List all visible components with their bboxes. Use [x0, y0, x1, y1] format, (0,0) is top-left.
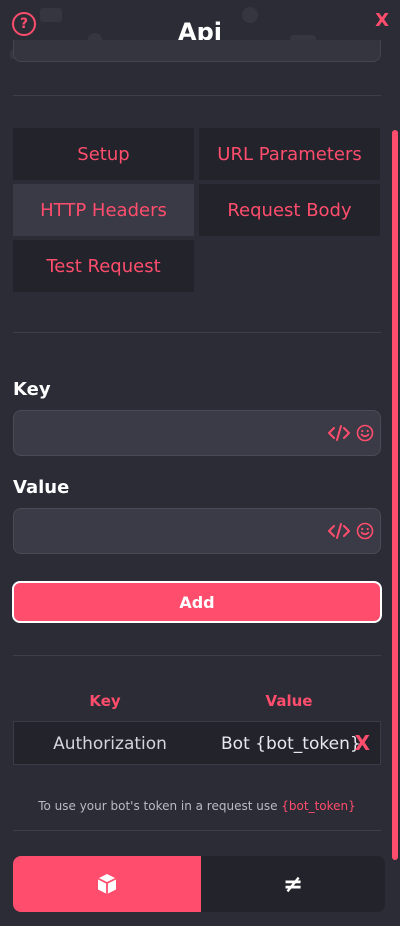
add-button[interactable]: Add [12, 581, 382, 623]
value-label: Value [13, 477, 70, 498]
not-equal-icon: ≠ [282, 870, 304, 898]
code-icon[interactable] [328, 423, 350, 443]
tab-request-body[interactable]: Request Body [199, 184, 380, 236]
column-header-key: Key [89, 692, 121, 710]
tab-test-request[interactable]: Test Request [13, 240, 194, 292]
bot-token-tip: To use your bot's token in a request use… [0, 799, 394, 813]
tip-text: To use your bot's token in a request use [38, 799, 282, 813]
close-button[interactable]: X [375, 10, 389, 31]
emoji-icon[interactable] [356, 424, 374, 442]
scrollbar-thumb[interactable] [392, 130, 398, 860]
header-key-cell: Authorization [53, 734, 167, 754]
divider [13, 830, 381, 831]
previous-field-bottom [13, 40, 381, 62]
cube-icon [97, 874, 117, 894]
code-icon[interactable] [328, 521, 350, 541]
tab-http-headers[interactable]: HTTP Headers [13, 184, 194, 236]
divider [13, 95, 381, 96]
bottom-nav: ≠ [13, 856, 385, 912]
key-input[interactable] [14, 411, 314, 455]
table-row: Authorization Bot {bot_token} X [13, 721, 381, 765]
value-input[interactable] [14, 509, 314, 553]
tab-setup[interactable]: Setup [13, 128, 194, 180]
tab-url-parameters[interactable]: URL Parameters [199, 128, 380, 180]
bottom-tab-conditions[interactable]: ≠ [201, 856, 385, 912]
bot-token-variable: {bot_token} [281, 799, 356, 813]
api-panel: ? Api X Setup URL Parameters HTTP Header… [0, 0, 400, 926]
column-header-value: Value [265, 692, 313, 710]
key-field-container [13, 410, 381, 456]
value-field-container [13, 508, 381, 554]
bottom-tab-builder[interactable] [13, 856, 201, 912]
emoji-icon[interactable] [356, 522, 374, 540]
header-value-cell: Bot {bot_token} [221, 734, 361, 754]
divider [13, 655, 381, 656]
divider [13, 332, 381, 333]
key-label: Key [13, 379, 51, 400]
delete-header-button[interactable]: X [355, 731, 370, 755]
